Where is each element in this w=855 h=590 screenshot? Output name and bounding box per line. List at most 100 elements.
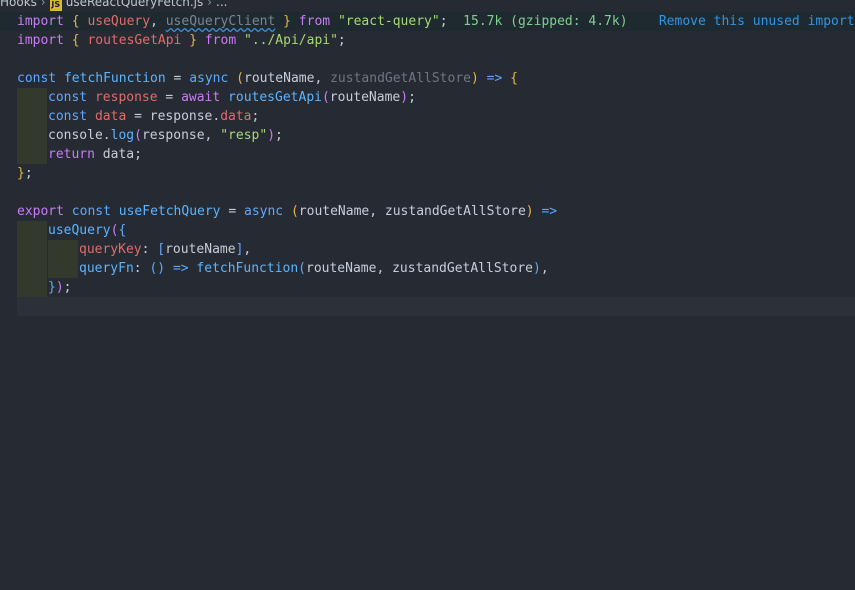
token-bracket: [ [157,242,166,257]
token-brace: } [283,14,291,29]
indent-guide [17,221,47,240]
indent-guide [48,259,78,278]
token-param: routeName [244,71,315,86]
token-params: routeName, zustandGetAllStore [298,204,526,219]
current-line-highlight[interactable] [17,297,855,316]
token-paren: ( [290,204,299,219]
token-const: const [48,109,88,124]
breadcrumb: Hooks › JS useReactQueryFetch.js ›... [0,0,227,11]
token-import: import [17,33,64,48]
token-property: data [220,109,252,124]
token-semicolon: ; [275,128,283,143]
token-semicolon: ; [63,280,72,295]
token-brace: { [118,223,127,238]
token-arg: routeName [329,90,401,105]
token-arrow: => [541,204,558,219]
token-operator: = [173,71,182,86]
token-semicolon: ; [439,14,448,29]
code-line-5[interactable]: const response = await routesGetApi(rout… [0,88,855,107]
code-line-11[interactable]: export const useFetchQuery = async (rout… [0,202,855,221]
token-brace: { [510,71,518,86]
indent-guide [17,126,47,145]
token-colon: : [133,261,142,276]
token-arg: response, [141,128,221,143]
token-comma: , [540,261,549,276]
chevron-right-icon: › [40,0,46,9]
import-cost-hint: 15.7k (gzipped: 4.7k) [463,14,628,29]
token-async: async [189,71,229,86]
token-colon: : [141,242,150,257]
token-identifier: routesGetApi [87,33,182,48]
token-operator: = [228,204,237,219]
token-arrow: => [486,71,503,86]
chevron-right-icon: › [207,0,213,9]
indent-guide [48,240,78,259]
token-property-key: queryKey [79,242,142,257]
token-expression: = response. [134,109,221,124]
token-paren: ) [55,280,64,295]
token-method: log [110,128,135,143]
token-brace: { [71,14,80,29]
breadcrumb-file[interactable]: useReactQueryFetch.js [66,0,203,9]
token-value: routeName [165,242,236,257]
token-from: from [204,33,237,48]
code-editor[interactable]: Hooks › JS useReactQueryFetch.js ›... import… [0,0,855,590]
token-unused-param: zustandGetAllStore [330,71,471,86]
remove-unused-import-action[interactable]: Remove this unused import o [659,14,855,29]
token-property-key: queryFn [79,261,134,276]
token-brace: } [48,280,56,295]
indent-guide [17,145,47,164]
code-line-8[interactable]: return data; [0,145,855,164]
token-string: "resp" [220,128,268,143]
code-line-2[interactable]: import { routesGetApi } from "../Api/api… [0,31,855,50]
token-brace: { [71,33,80,48]
token-string: "../Api/api" [244,33,338,48]
token-import: import [17,14,64,29]
indent-guide [17,259,47,278]
token-variable: response [94,90,158,105]
token-const: const [17,71,57,86]
token-return: return [48,147,95,162]
token-paren: ) [532,261,541,276]
code-line-15[interactable]: }); [0,278,855,297]
token-const: const [71,204,111,219]
token-paren: ) [267,128,276,143]
token-const: const [48,90,88,105]
code-line-6[interactable]: const data = response.data; [0,107,855,126]
breadcrumb-symbol[interactable]: ... [216,0,227,9]
code-line-1[interactable]: import { useQuery, useQueryClient } from… [0,12,855,31]
code-line-14[interactable]: queryFn: () => fetchFunction(routeName, … [0,259,855,278]
token-function-name: fetchFunction [63,71,166,86]
indent-guide [17,278,47,297]
token-expression: data; [102,147,142,162]
code-line-7[interactable]: console.log(response, "resp"); [0,126,855,145]
token-export: export [17,204,64,219]
token-paren: () [149,261,166,276]
token-function-call: useQuery [48,223,111,238]
token-paren: ) [400,90,409,105]
token-paren: ) [471,71,479,86]
token-function-call: routesGetApi [228,90,322,105]
token-semicolon: ; [24,166,33,181]
unused-import-identifier[interactable]: useQueryClient [166,14,276,29]
token-identifier: useQuery [87,14,151,29]
token-arrow: => [172,261,189,276]
indent-guide [17,88,47,107]
token-async: async [244,204,284,219]
code-line-13[interactable]: queryKey: [routeName], [0,240,855,259]
token-function-call: fetchFunction [196,261,299,276]
token-paren: ( [321,90,330,105]
token-string: "react-query" [337,14,440,29]
token-from: from [298,14,331,29]
token-variable: data [94,109,127,124]
token-semicolon: ; [337,33,346,48]
token-object: console. [48,128,111,143]
token-args: routeName, zustandGetAllStore [306,261,533,276]
code-line-4[interactable]: const fetchFunction = async (routeName, … [0,69,855,88]
code-line-9[interactable]: }; [0,164,855,183]
token-paren: ) [525,204,534,219]
token-function-name: useFetchQuery [118,204,221,219]
indent-guide [17,107,47,126]
breadcrumb-folder[interactable]: Hooks [0,0,37,9]
code-line-12[interactable]: useQuery({ [0,221,855,240]
